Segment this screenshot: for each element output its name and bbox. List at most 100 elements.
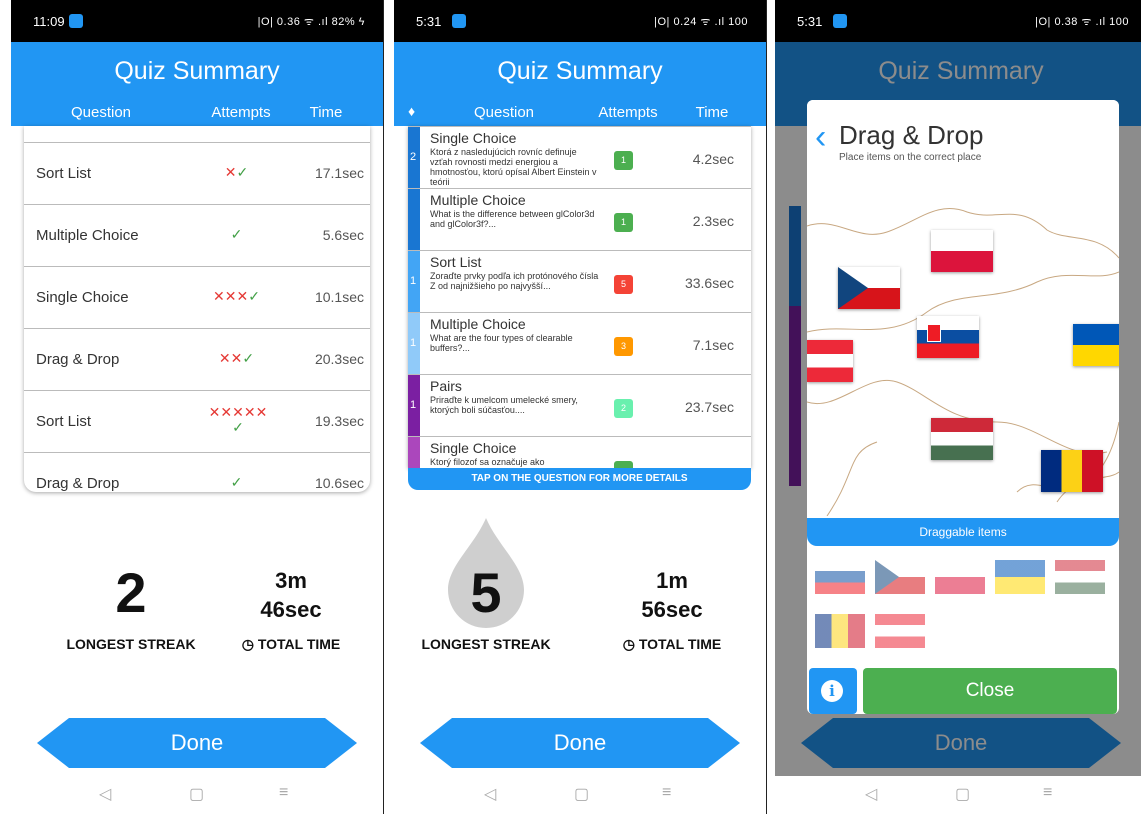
draggable-flag-romania[interactable]	[815, 614, 865, 648]
stats-panel: 2 LONGEST STREAK 3m 46sec ◷ TOTAL TIME	[11, 560, 383, 660]
attempts-marks: ✕✓	[224, 164, 249, 180]
question-name: Drag & Drop	[36, 475, 120, 492]
status-bar: 11:09 |O| 0.36 ᯤ .ıl 82% ϟ	[11, 0, 383, 42]
question-type: Pairs	[430, 378, 462, 394]
flag-poland[interactable]	[931, 230, 993, 272]
table-row[interactable]: Drag & Drop ✓ 10.6sec	[24, 452, 370, 492]
total-time-value: 1m 56sec	[641, 568, 703, 622]
question-time: 4.2sec	[692, 151, 734, 167]
table-row[interactable]: Multiple Choice ✓ 5.6sec	[24, 204, 370, 266]
done-button[interactable]: Done	[420, 718, 740, 768]
question-time: 19.3sec	[314, 413, 364, 429]
modal-header: ‹ Drag & Drop Place items on the correct…	[807, 100, 1119, 172]
attempts-marks: ✕✕✕✕✕ ✓	[208, 404, 268, 435]
draggable-flag-czechia[interactable]	[875, 560, 925, 594]
screen-quiz-summary-1: 11:09 |O| 0.36 ᯤ .ıl 82% ϟ Quiz Summary …	[11, 0, 383, 814]
modal-footer: i Close	[807, 666, 1119, 716]
draggable-flag-poland[interactable]	[935, 560, 985, 594]
draggable-flag-austria[interactable]	[875, 614, 925, 648]
row-stripe: 2	[408, 127, 420, 189]
flag-ukraine[interactable]	[1073, 324, 1119, 366]
table-row[interactable]: 1 Multiple Choice What are the four types …	[408, 312, 751, 375]
table-row[interactable]: 1 Sort List Zoraďte prvky podľa ich protón…	[408, 250, 751, 313]
question-detail: Ktorý filozof sa označuje ako	[430, 457, 545, 467]
status-time: 5:31	[797, 14, 823, 29]
home-nav-icon[interactable]: ▢	[574, 784, 589, 804]
home-nav-icon[interactable]: ▢	[955, 784, 970, 804]
screen-drag-drop-modal: 5:31 |O| 0.38 ᯤ .ıl 100 Quiz Summary Don…	[775, 0, 1141, 814]
question-name: Single Choice	[36, 289, 129, 306]
row-stripe: 1	[408, 251, 420, 313]
total-time-value: 3m 46sec	[260, 568, 322, 622]
notification-icon	[452, 14, 466, 28]
tap-hint: TAP ON THE QUESTION FOR MORE DETAILS	[408, 468, 751, 490]
table-row[interactable]: Drag & Drop ✕✕✓ 20.3sec	[24, 328, 370, 390]
question-type: Single Choice	[430, 130, 517, 146]
done-button[interactable]: Done	[37, 718, 357, 768]
table-row[interactable]: Single Choice ✕✕✕✓ 10.1sec	[24, 266, 370, 328]
nav-bar: ◁ ▢ ≡	[394, 776, 766, 814]
flag-hungary[interactable]	[931, 418, 993, 460]
question-time: 10.1sec	[314, 289, 364, 305]
attempts-badge: 5	[614, 275, 633, 294]
back-nav-icon[interactable]: ◁	[99, 784, 111, 804]
question-detail: What is the difference between glColor3d…	[430, 209, 595, 229]
question-name: Drag & Drop	[36, 351, 120, 368]
flag-slovakia[interactable]	[917, 316, 979, 358]
back-nav-icon[interactable]: ◁	[484, 784, 496, 804]
table-row[interactable]: Sort List ✕✕✕✕✕ ✓ 19.3sec	[24, 390, 370, 452]
back-nav-icon[interactable]: ◁	[865, 784, 877, 804]
question-type: Single Choice	[430, 440, 517, 456]
flag-romania[interactable]	[1041, 450, 1103, 492]
map-area[interactable]	[807, 172, 1119, 516]
question-name: Sort List	[36, 413, 92, 430]
info-button[interactable]: i	[809, 668, 857, 714]
menu-nav-icon[interactable]: ≡	[662, 784, 671, 802]
question-time: 23.7sec	[684, 399, 734, 415]
header-question: Question	[473, 104, 535, 121]
nav-bar: ◁ ▢ ≡	[775, 776, 1141, 814]
status-bar: 5:31 |O| 0.38 ᯤ .ıl 100	[775, 0, 1141, 42]
draggable-flag-ukraine[interactable]	[995, 560, 1045, 594]
table-row[interactable]: 1 Pairs Priraďte k umelcom umelecké smery,…	[408, 374, 751, 437]
status-time: 11:09	[33, 14, 65, 29]
table-row[interactable]: Sort List ✕✓ 17.1sec	[24, 142, 370, 204]
question-list[interactable]: 2 Single Choice Ktorá z nasledujúcich rovn…	[408, 126, 751, 468]
clock-icon: ◷	[241, 636, 254, 652]
table-row[interactable]: 2 Single Choice Ktorá z nasledujúcich rovn…	[408, 126, 751, 189]
menu-nav-icon[interactable]: ≡	[1043, 784, 1052, 802]
question-detail: Ktorá z nasledujúcich rovníc definuje vz…	[430, 147, 597, 187]
draggable-items-header: Draggable items	[807, 518, 1119, 546]
nav-bar: ◁ ▢ ≡	[11, 776, 383, 814]
table-row[interactable]: Multiple Choice What is the difference be…	[408, 188, 751, 251]
question-list[interactable]: Sort List ✕✓ 17.1sec Multiple Choice ✓ 5…	[24, 126, 370, 492]
flag-austria[interactable]	[807, 340, 853, 382]
page-title: Quiz Summary	[11, 42, 383, 100]
table-row[interactable]: Single Choice Ktorý filozof sa označuje a…	[408, 436, 751, 468]
row-stripe: 1	[408, 375, 420, 437]
question-detail: What are the four types of clearable buf…	[430, 333, 573, 353]
info-icon: i	[821, 680, 843, 702]
stats-panel: 5 LONGEST STREAK 1m 56sec ◷ TOTAL TIME	[394, 518, 766, 660]
menu-nav-icon[interactable]: ≡	[279, 784, 288, 802]
close-button[interactable]: Close	[863, 668, 1117, 714]
status-indicators: |O| 0.38 ᯤ .ıl 100	[1035, 16, 1129, 28]
home-nav-icon[interactable]: ▢	[189, 784, 204, 804]
header-time: Time	[695, 104, 729, 121]
draggable-flag-hungary[interactable]	[1055, 560, 1105, 594]
modal-title: Drag & Drop	[839, 120, 984, 150]
notification-icon	[69, 14, 83, 28]
streak-label: LONGEST STREAK	[421, 636, 551, 652]
row-stripe	[408, 437, 420, 468]
question-time: 10.6sec	[314, 475, 364, 491]
back-chevron-icon[interactable]: ‹	[815, 118, 826, 157]
streak-value: 2	[115, 561, 147, 624]
draggable-flag-slovakia[interactable]	[815, 560, 865, 594]
header-question: Question	[70, 104, 132, 121]
total-time-label: ◷ TOTAL TIME	[622, 636, 722, 652]
page-title: Quiz Summary	[394, 42, 766, 100]
status-indicators: |O| 0.36 ᯤ .ıl 82% ϟ	[257, 16, 365, 28]
flag-czechia[interactable]	[838, 267, 900, 309]
screen-quiz-summary-2: 5:31 |O| 0.24 ᯤ .ıl 100 Quiz Summary ♦ Q…	[394, 0, 766, 814]
status-time: 5:31	[416, 14, 442, 29]
